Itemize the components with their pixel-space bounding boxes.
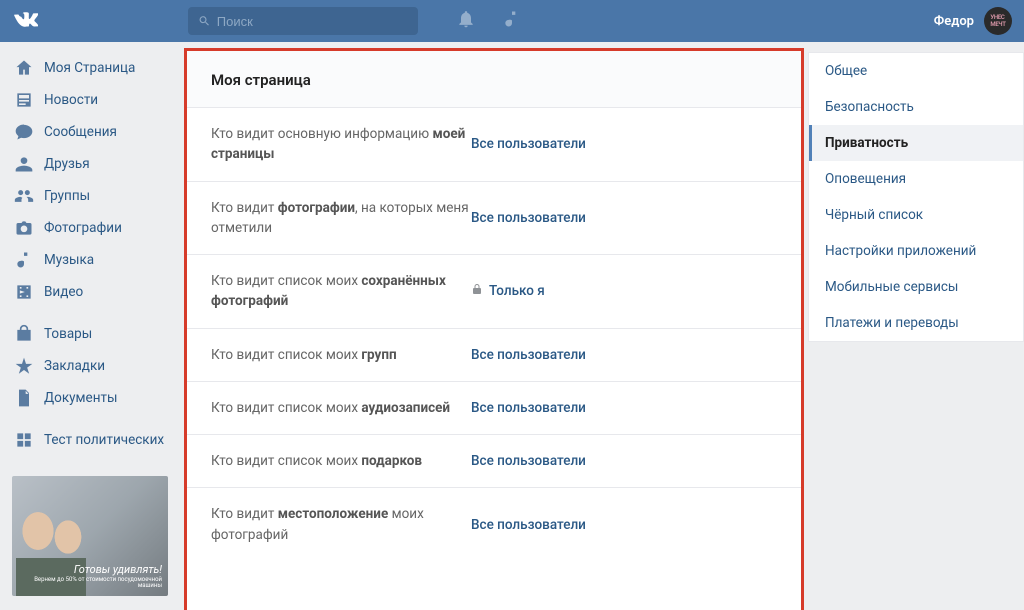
nav-item-doc[interactable]: Документы [0, 382, 180, 414]
privacy-row: Кто видит список моих группВсе пользоват… [187, 329, 801, 382]
ad-headline: Готовы удивлять! [74, 563, 162, 576]
nav-label: Видео [44, 284, 83, 300]
privacy-row-value[interactable]: Все пользователи [471, 210, 586, 226]
top-header: Федор УНЕСМЕЧТ [0, 0, 1024, 42]
settings-tab[interactable]: Оповещения [809, 161, 1023, 197]
nav-item-video[interactable]: Видео [0, 276, 180, 308]
nav-label: Новости [44, 92, 98, 108]
nav-label: Товары [44, 326, 92, 342]
nav-label: Тест политических [44, 432, 164, 448]
nav-item-photo[interactable]: Фотографии [0, 212, 180, 244]
star-icon [14, 356, 34, 376]
privacy-row-value[interactable]: Все пользователи [471, 453, 586, 469]
privacy-row-value[interactable]: Все пользователи [471, 517, 586, 533]
msg-icon [14, 122, 34, 142]
notifications-icon[interactable] [456, 9, 476, 33]
privacy-value-text: Все пользователи [471, 517, 586, 533]
panel-title: Моя страница [187, 51, 801, 108]
grid-icon [14, 430, 34, 450]
sidebar-ad[interactable]: Готовы удивлять! Вернем до 50% от стоимо… [12, 476, 168, 596]
music-icon [14, 250, 34, 270]
ad-subtext: Вернем до 50% от стоимости посудомоечной… [12, 577, 162, 590]
nav-item-home[interactable]: Моя Страница [0, 52, 180, 84]
nav-label: Друзья [44, 156, 90, 172]
doc-icon [14, 388, 34, 408]
nav-label: Музыка [44, 252, 94, 268]
left-sidebar: Моя Страница Новости Сообщения Друзья Группы… [0, 42, 180, 610]
settings-tab[interactable]: Общее [809, 53, 1023, 89]
privacy-row-label: Кто видит список моих подарков [211, 451, 471, 471]
nav-label: Фотографии [44, 220, 122, 236]
settings-tabs: ОбщееБезопасностьПриватностьОповещенияЧё… [808, 42, 1024, 610]
search-icon [198, 14, 211, 28]
privacy-row: Кто видит местоположение моих фотографий… [187, 488, 801, 561]
settings-tab[interactable]: Чёрный список [809, 197, 1023, 233]
privacy-row-label: Кто видит местоположение моих фотографий [211, 504, 471, 545]
user-icon [14, 154, 34, 174]
search-field[interactable] [188, 7, 418, 35]
music-icon[interactable] [502, 9, 522, 33]
privacy-value-text: Все пользователи [471, 400, 586, 416]
bag-icon [14, 324, 34, 344]
nav-item-user[interactable]: Друзья [0, 148, 180, 180]
nav-label: Сообщения [44, 124, 117, 140]
nav-item-grid[interactable]: Тест политических [0, 424, 180, 456]
privacy-row-label: Кто видит список моих аудиозаписей [211, 398, 471, 418]
video-icon [14, 282, 34, 302]
avatar: УНЕСМЕЧТ [984, 7, 1012, 35]
header-icons [456, 9, 522, 33]
main-layout: Моя Страница Новости Сообщения Друзья Группы… [0, 42, 1024, 610]
vk-logo[interactable] [12, 7, 40, 35]
privacy-row-label: Кто видит список моих групп [211, 345, 471, 365]
nav-item-news[interactable]: Новости [0, 84, 180, 116]
privacy-row-value[interactable]: Все пользователи [471, 347, 586, 363]
nav-item-star[interactable]: Закладки [0, 350, 180, 382]
privacy-value-text: Все пользователи [471, 210, 586, 226]
group-icon [14, 186, 34, 206]
privacy-row: Кто видит список моих подарковВсе пользо… [187, 435, 801, 488]
nav-item-msg[interactable]: Сообщения [0, 116, 180, 148]
privacy-row: Кто видит список моих аудиозаписейВсе по… [187, 382, 801, 435]
privacy-row-value[interactable]: Только я [471, 283, 545, 299]
privacy-value-text: Только я [489, 283, 545, 299]
privacy-row: Кто видит фотографии, на которых меня от… [187, 182, 801, 256]
nav-label: Группы [44, 188, 90, 204]
home-icon [14, 58, 34, 78]
settings-tab[interactable]: Настройки приложений [809, 233, 1023, 269]
search-input[interactable] [217, 14, 408, 29]
settings-tab[interactable]: Мобильные сервисы [809, 269, 1023, 305]
nav-label: Закладки [44, 358, 105, 374]
privacy-value-text: Все пользователи [471, 136, 586, 152]
settings-tab[interactable]: Приватность [809, 125, 1023, 161]
settings-tab[interactable]: Безопасность [809, 89, 1023, 125]
nav-item-bag[interactable]: Товары [0, 318, 180, 350]
nav-item-music[interactable]: Музыка [0, 244, 180, 276]
header-user[interactable]: Федор УНЕСМЕЧТ [934, 7, 1012, 35]
privacy-row-value[interactable]: Все пользователи [471, 400, 586, 416]
nav-label: Документы [44, 390, 117, 406]
nav-label: Моя Страница [44, 60, 135, 76]
privacy-row: Кто видит список моих сохранённых фотогр… [187, 255, 801, 329]
settings-tab[interactable]: Платежи и переводы [809, 305, 1023, 341]
privacy-value-text: Все пользователи [471, 347, 586, 363]
privacy-row-value[interactable]: Все пользователи [471, 136, 586, 152]
privacy-row-label: Кто видит список моих сохранённых фотогр… [211, 271, 471, 312]
privacy-row: Кто видит основную информацию моей стран… [187, 108, 801, 182]
privacy-row-label: Кто видит фотографии, на которых меня от… [211, 198, 471, 239]
nav-item-group[interactable]: Группы [0, 180, 180, 212]
photo-icon [14, 218, 34, 238]
news-icon [14, 90, 34, 110]
center-column: Моя страница Кто видит основную информац… [180, 42, 808, 610]
username: Федор [934, 14, 974, 29]
privacy-value-text: Все пользователи [471, 453, 586, 469]
privacy-panel: Моя страница Кто видит основную информац… [184, 48, 804, 610]
lock-icon [471, 283, 483, 299]
privacy-row-label: Кто видит основную информацию моей стран… [211, 124, 471, 165]
